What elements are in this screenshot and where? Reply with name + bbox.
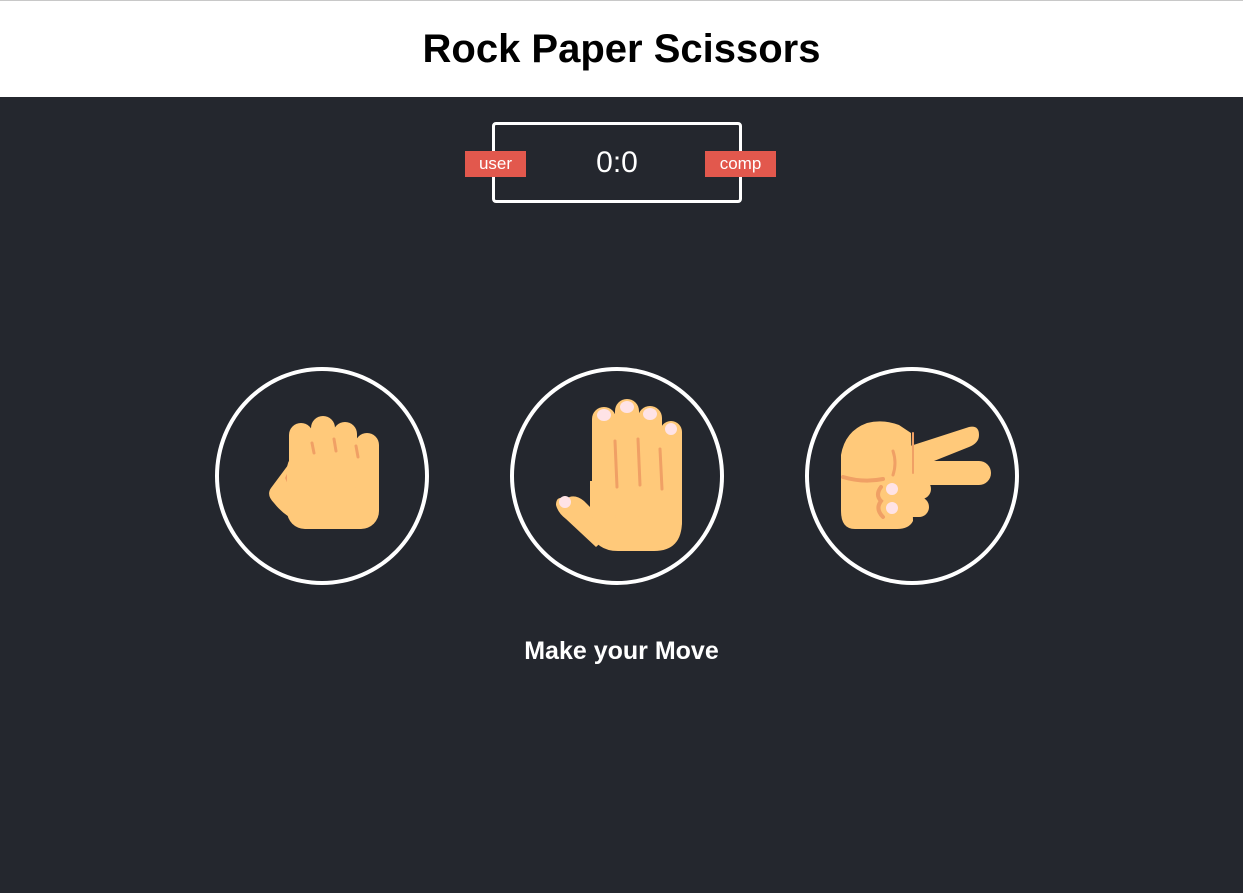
- action-message: Make your Move: [524, 637, 719, 665]
- fist-icon: [269, 416, 379, 529]
- score-board: user 0:0 comp: [465, 122, 776, 203]
- scissors-choice-button[interactable]: [805, 367, 1019, 585]
- page-title: Rock Paper Scissors: [422, 27, 821, 71]
- header-bar: Rock Paper Scissors: [0, 0, 1243, 97]
- comp-label-badge: comp: [705, 151, 776, 177]
- paper-choice-button[interactable]: [510, 367, 724, 585]
- game-area: user 0:0 comp Make your Move: [0, 97, 1243, 893]
- raised-hand-icon: [556, 399, 682, 551]
- score-display: 0:0: [596, 146, 638, 179]
- victory-hand-icon: [841, 421, 991, 529]
- rock-choice-button[interactable]: [215, 367, 429, 585]
